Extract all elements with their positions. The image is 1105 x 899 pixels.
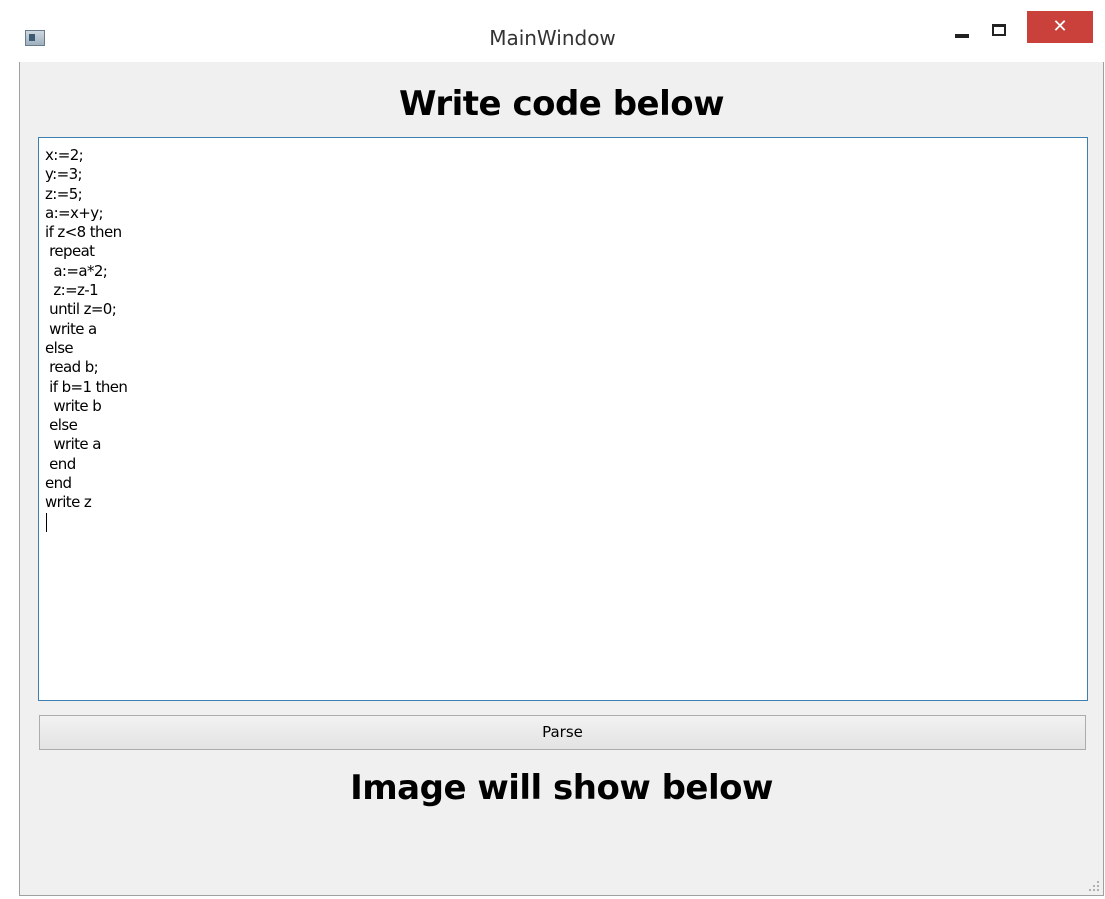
client-area: Write code below x:=2; y:=3; z:=5; a:=x+y; i… [19, 62, 1104, 896]
close-button[interactable]: ✕ [1027, 11, 1093, 43]
main-window: MainWindow ✕ Write code below x:=2; y:=3;… [0, 0, 1105, 899]
code-line: z:=z-1 [45, 281, 99, 300]
code-heading: Write code below [398, 84, 725, 124]
code-line: end [45, 454, 76, 473]
code-editor[interactable]: x:=2; y:=3; z:=5; a:=x+y; if z<8 then repeat… [38, 137, 1088, 701]
code-line: end [45, 474, 72, 493]
title-bar[interactable]: MainWindow ✕ [0, 0, 1105, 62]
code-line: read b; [45, 358, 99, 377]
code-line: z:=5; [45, 184, 83, 203]
code-line: a:=a*2; [45, 261, 108, 280]
minimize-icon[interactable] [955, 34, 969, 38]
text-caret [46, 512, 47, 532]
code-line: if z<8 then [45, 223, 122, 242]
parse-button[interactable]: Parse [39, 715, 1086, 750]
resize-grip-icon[interactable] [1089, 881, 1099, 891]
maximize-icon[interactable] [992, 24, 1006, 36]
window-title: MainWindow [489, 26, 616, 50]
code-line: repeat [45, 242, 95, 261]
code-line: y:=3; [45, 165, 83, 184]
code-line: write b [45, 396, 102, 415]
code-line: write a [45, 319, 97, 338]
image-heading: Image will show below [350, 768, 773, 808]
code-line: until z=0; [45, 300, 117, 319]
code-line: a:=x+y; [45, 203, 104, 222]
code-line: else [45, 338, 74, 357]
code-line: if b=1 then [45, 377, 128, 396]
code-line: x:=2; [45, 146, 84, 164]
code-line: write a [45, 435, 101, 454]
close-icon: ✕ [1052, 16, 1068, 37]
code-line: write z [45, 493, 92, 512]
code-line: else [45, 416, 78, 435]
